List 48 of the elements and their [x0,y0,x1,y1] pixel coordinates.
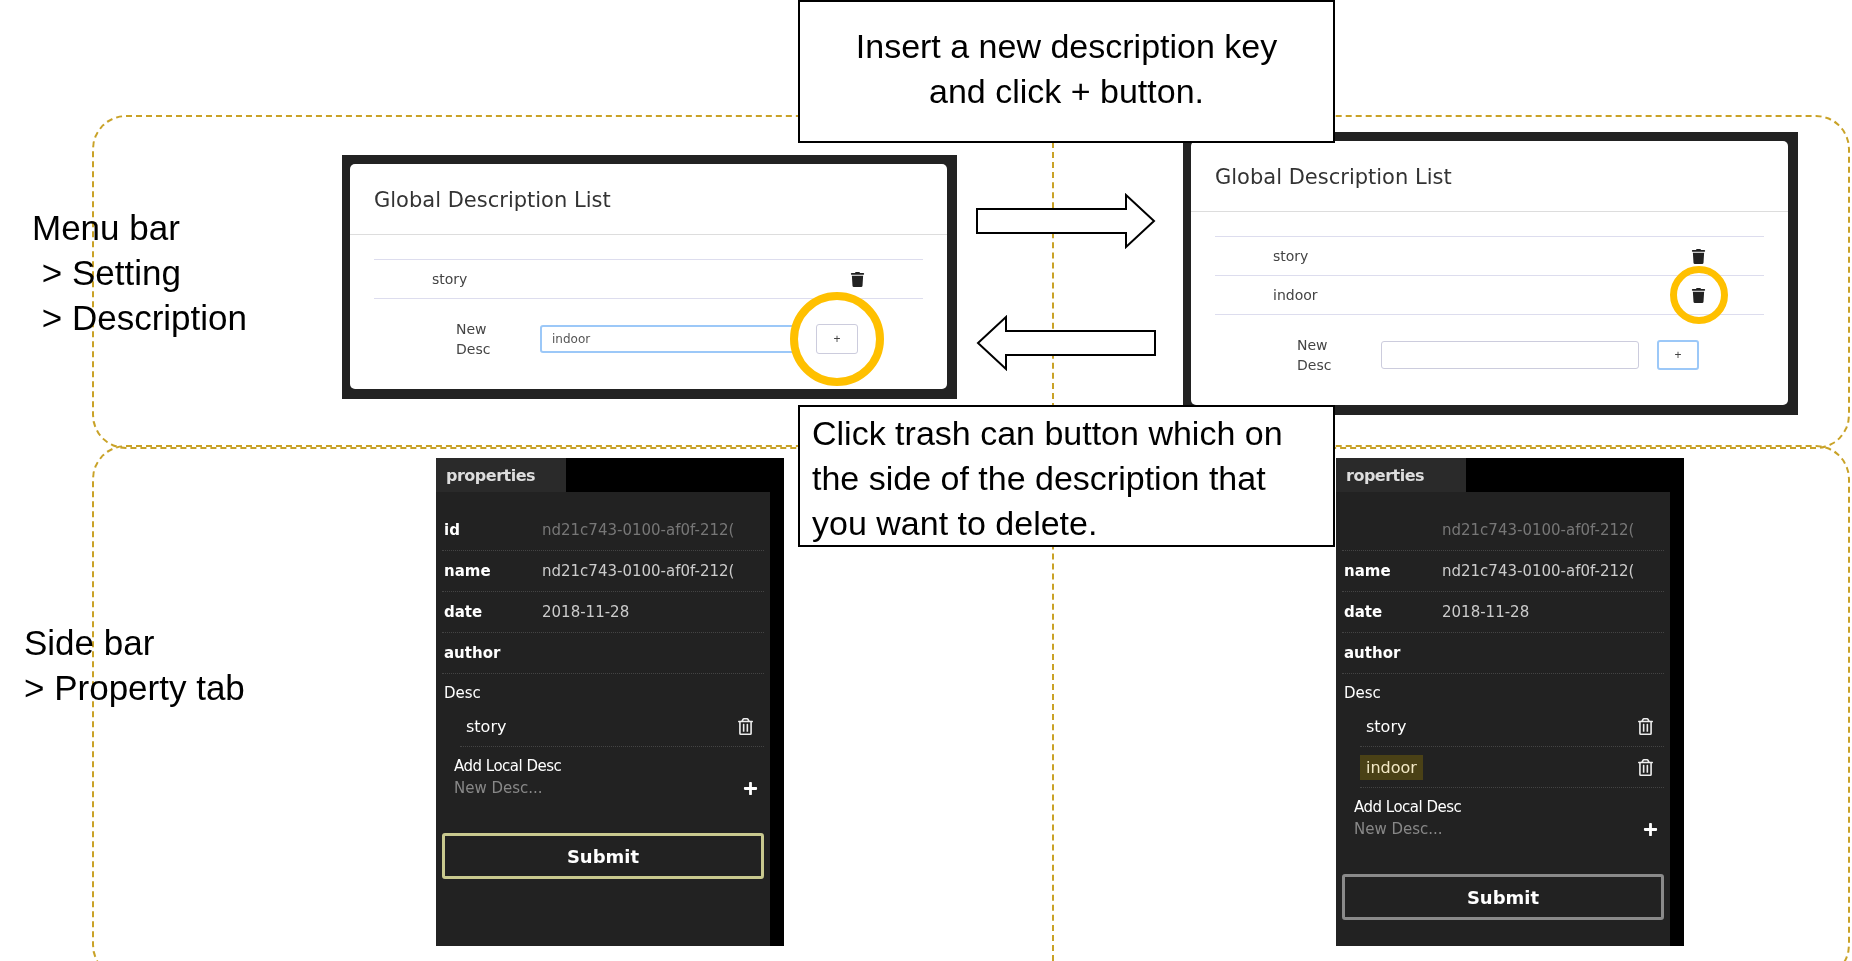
add-button[interactable]: + [816,324,858,354]
new-desc-input[interactable]: New Desc... [1354,816,1643,842]
field-value: 2018-11-28 [1442,603,1530,621]
field-value: nd21c743-0100-af0f-212( [542,562,735,580]
field-value: 2018-11-28 [542,603,630,621]
field-label: id [443,521,461,539]
field-label: name [1343,562,1392,580]
field-label: author [1343,644,1402,662]
description-text: story [432,271,468,287]
section-label: > Property tab [24,667,245,709]
trash-icon[interactable] [1691,287,1706,303]
new-desc-label: New Desc [1297,336,1333,375]
new-desc-label: New Desc [456,320,492,359]
description-text: story [1273,248,1309,264]
section-label: > Setting [40,252,182,294]
desc-text: story [1365,715,1408,738]
submit-button[interactable]: Submit [1342,874,1664,920]
section-label: > Description [40,297,247,339]
field-value: nd21c743-0100-af0f-212( [1442,562,1635,580]
new-desc-input[interactable] [1381,341,1639,369]
section-label: Side bar [24,622,156,664]
trash-icon[interactable] [1691,248,1706,264]
properties-tab[interactable]: properties [436,458,566,492]
dialog-title: Global Description List [350,164,947,235]
add-button[interactable]: + [1657,340,1699,370]
trash-icon[interactable] [850,271,865,287]
instruction-callout: Insert a new description key and click + button. [798,0,1335,143]
desc-label: Desc [1343,683,1382,704]
trash-icon[interactable] [1637,717,1654,735]
properties-tab[interactable]: roperties [1336,458,1466,492]
plus-icon[interactable] [1643,821,1658,837]
field-label: author [443,644,502,662]
desc-text: story [465,715,508,738]
submit-button[interactable]: Submit [442,833,764,879]
new-desc-input[interactable]: New Desc... [454,775,743,801]
add-desc-label: Add Local Desc [454,757,563,775]
desc-label: Desc [443,683,482,704]
plus-icon[interactable] [743,780,758,796]
trash-icon[interactable] [737,717,754,735]
field-label: name [443,562,492,580]
field-label: date [443,603,484,621]
instruction-callout: Click trash can button which on the side of the description that you want to delete. [798,405,1335,547]
description-text: indoor [1273,287,1318,303]
add-desc-label: Add Local Desc [1354,798,1463,816]
trash-icon[interactable] [1637,758,1654,776]
section-label: Menu bar [32,207,181,249]
desc-text: indoor [1360,754,1423,780]
field-label: date [1343,603,1384,621]
